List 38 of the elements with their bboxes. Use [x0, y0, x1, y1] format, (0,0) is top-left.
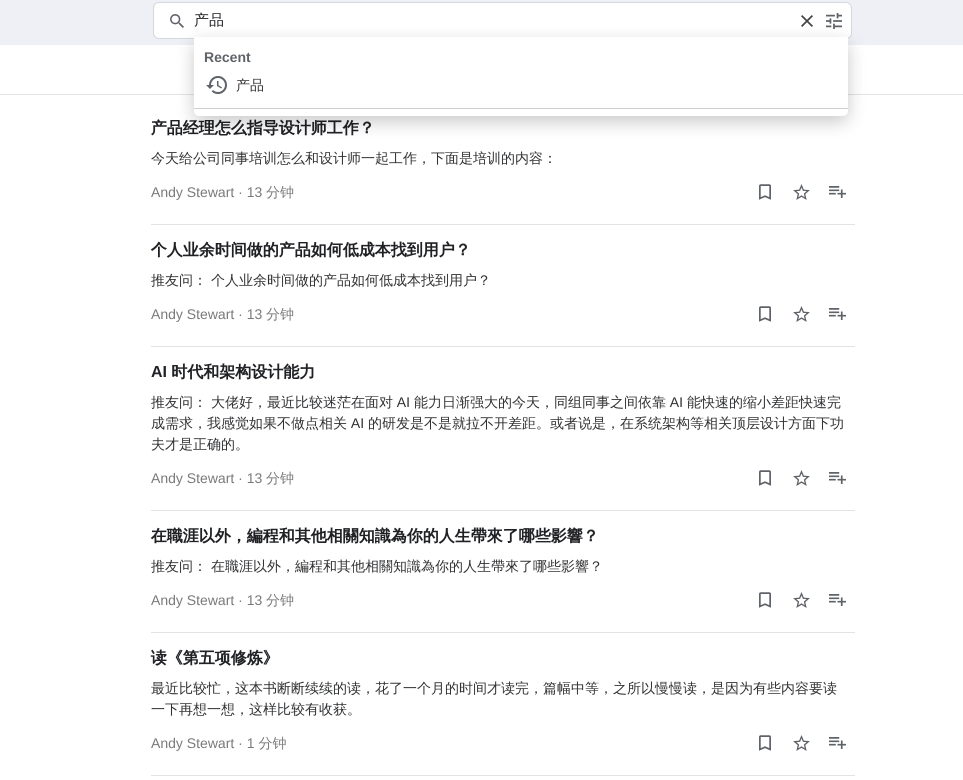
star-icon: [792, 470, 810, 486]
playlist-add-icon: [828, 594, 846, 606]
article-title[interactable]: AI 时代和架构设计能力: [151, 362, 316, 384]
article-title[interactable]: 在職涯以外，編程和其他相關知識為你的人生帶來了哪些影響？: [151, 526, 599, 548]
close-icon: [801, 14, 813, 26]
bookmark-icon: [759, 735, 771, 751]
star-icon: [792, 735, 810, 751]
playlist-add-icon: [828, 737, 846, 749]
article-title[interactable]: 个人业余时间做的产品如何低成本找到用户？: [151, 240, 471, 262]
article-byline: Andy Stewart · 1 分钟: [151, 734, 286, 753]
playlist-add-icon: [828, 308, 846, 320]
article-summary: 推友问： 大佬好，最近比较迷茫在面对 AI 能力日渐强大的今天，同组同事之间依靠 AI 能快速的缩小差距快速完成需求，我感觉如果不做点相关 AI 的研发是不是就拉不开差距。或者说是，在系统架构等相关顶层设计方面下功夫才是正确的。: [151, 393, 846, 454]
star-icon: [792, 184, 810, 200]
search-query: 产品: [194, 10, 224, 30]
article-summary: 推友问： 在職涯以外，編程和其他相關知識為你的人生帶來了哪些影響？: [151, 557, 604, 576]
bookmark-icon: [759, 306, 771, 322]
article-title[interactable]: 产品经理怎么指导设计师工作？: [151, 118, 375, 140]
article-byline: Andy Stewart · 13 分钟: [151, 591, 294, 610]
bookmark-icon: [759, 592, 771, 608]
bookmark-icon: [759, 184, 771, 200]
recent-search-item[interactable]: 产品: [206, 73, 264, 97]
article-summary: 最近比较忙，这本书断断续续的读，花了一个月的时间才读完，篇幅中等，之所以慢慢读，是因为有些内容要读一下再想一想，这样比较有收获。: [151, 679, 838, 719]
star-icon: [792, 306, 810, 322]
article-summary: 推友问： 个人业余时间做的产品如何低成本找到用户？: [151, 271, 492, 290]
article-title[interactable]: 读《第五项修炼》: [151, 648, 279, 670]
section-heading: Recent: [204, 48, 251, 66]
bookmark-icon: [759, 470, 771, 486]
search-icon: [170, 14, 184, 28]
history-icon: [206, 76, 227, 94]
search-field[interactable]: 产品: [153, 2, 852, 39]
article-byline: Andy Stewart · 13 分钟: [151, 183, 294, 202]
playlist-add-icon: [828, 186, 846, 198]
article-byline: Andy Stewart · 13 分钟: [151, 305, 294, 324]
article-byline: Andy Stewart · 13 分钟: [151, 469, 294, 488]
star-icon: [792, 592, 810, 608]
playlist-add-icon: [828, 472, 846, 484]
article-summary: 今天给公司同事培训怎么和设计师一起工作，下面是培训的内容：: [151, 149, 558, 168]
sliders-icon: [826, 12, 842, 28]
